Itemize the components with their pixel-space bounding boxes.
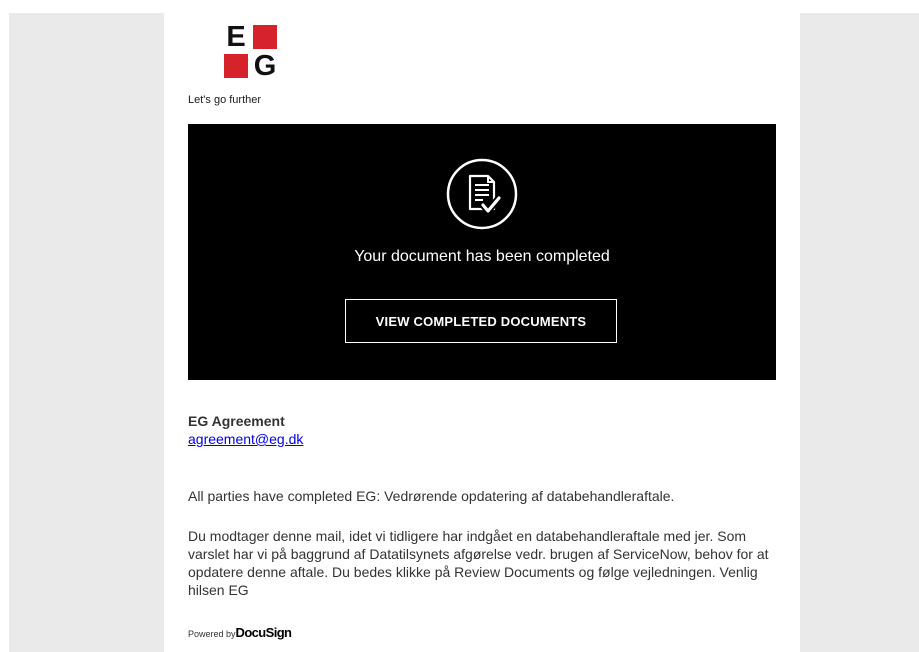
completion-banner: Your document has been completed VIEW CO… — [188, 124, 776, 380]
completion-message: Your document has been completed — [354, 248, 610, 265]
completion-summary: All parties have completed EG: Vedrørend… — [188, 488, 675, 504]
brand-header: E G Let's go further — [188, 21, 348, 120]
logo-letter-g: G — [253, 50, 277, 82]
eg-logo: E G — [224, 21, 278, 82]
logo-letter-e: E — [226, 21, 246, 53]
powered-by-label: Powered by — [188, 629, 236, 639]
logo-red-square-bottom — [224, 54, 248, 78]
powered-by-footer: Powered by DocuSign — [188, 625, 292, 640]
logo-red-square-top — [253, 25, 277, 49]
sender-email-link[interactable]: agreement@eg.dk — [188, 431, 303, 447]
sender-name: EG Agreement — [188, 413, 285, 429]
tagline: Let's go further — [188, 94, 262, 106]
document-check-icon — [446, 158, 518, 230]
email-message: Du modtager denne mail, idet vi tidliger… — [188, 528, 769, 598]
docusign-logo: DocuSign — [235, 625, 292, 640]
email-card: E G Let's go further Your document has b… — [164, 13, 800, 652]
view-completed-documents-button[interactable]: VIEW COMPLETED DOCUMENTS — [345, 299, 617, 343]
